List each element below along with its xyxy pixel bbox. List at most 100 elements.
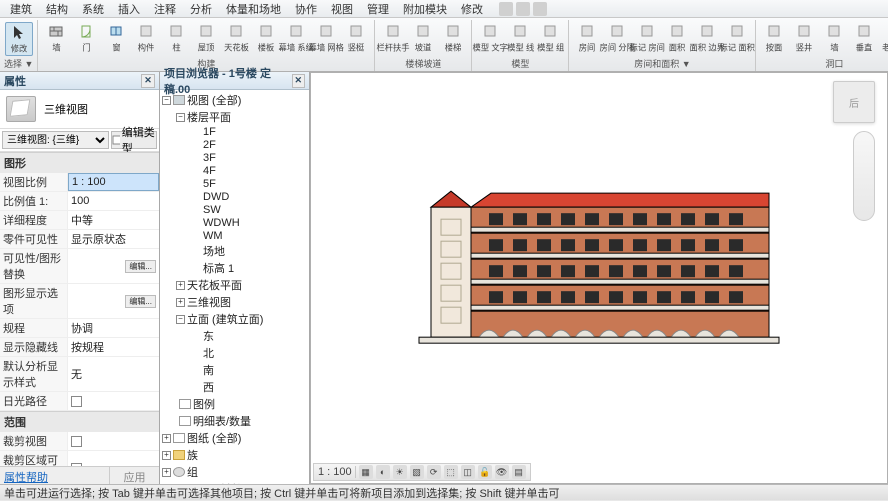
tree-floor-plan-item[interactable]: DWD <box>190 191 307 204</box>
tree-schedules[interactable]: 明细表/数量 <box>162 413 307 430</box>
tree-floor-plan-item[interactable]: 3F <box>190 152 307 165</box>
property-value[interactable]: 100 <box>68 192 159 210</box>
component-button[interactable]: 构件 <box>132 22 160 54</box>
temp-hide-icon[interactable]: 👁 <box>495 465 509 479</box>
tag-area-button[interactable]: 标记 面积 <box>723 22 751 54</box>
menu-massing-site[interactable]: 体量和场地 <box>220 0 287 18</box>
property-value[interactable] <box>68 392 159 410</box>
model-text-button[interactable]: 模型 文字 <box>476 22 504 54</box>
checkbox[interactable] <box>71 436 82 447</box>
menu-systems[interactable]: 系统 <box>76 0 110 18</box>
show-crop-icon[interactable]: ◫ <box>461 465 475 479</box>
tree-floor-plan-item[interactable]: WM <box>190 230 307 243</box>
menu-manage[interactable]: 管理 <box>361 0 395 18</box>
tree-floor-plan-item[interactable]: 4F <box>190 165 307 178</box>
menu-collaborate[interactable]: 协作 <box>289 0 323 18</box>
ceiling-button[interactable]: 天花板 <box>222 22 250 54</box>
property-value[interactable]: 协调 <box>68 319 159 337</box>
tree-elevation-item[interactable]: 北 <box>190 345 307 362</box>
property-value[interactable]: 编辑... <box>68 249 159 283</box>
viewport[interactable]: 后 <box>310 72 888 484</box>
tag-room-button[interactable]: 标记 房间 <box>633 22 661 54</box>
shadows-icon[interactable]: ▧ <box>410 465 424 479</box>
tree-elevation-item[interactable]: 西 <box>190 379 307 396</box>
tree-toggler-icon[interactable]: − <box>162 96 171 105</box>
detail-level-icon[interactable]: ▦ <box>359 465 373 479</box>
dormer-button[interactable]: 老虎窗 <box>880 22 888 54</box>
mullion-button[interactable]: 竖梃 <box>342 22 370 54</box>
model-line-button[interactable]: 模型 线 <box>506 22 534 54</box>
reveal-hidden-icon[interactable]: ▤ <box>512 465 526 479</box>
by-face-button[interactable]: 按面 <box>760 22 788 54</box>
menu-modify[interactable]: 修改 <box>455 0 489 18</box>
close-icon[interactable]: ✕ <box>141 74 155 88</box>
tree-sheets[interactable]: +图纸 (全部) <box>162 430 307 447</box>
floor-button[interactable]: 楼板 <box>252 22 280 54</box>
edit-button[interactable]: 编辑... <box>125 260 156 273</box>
qat-icon[interactable] <box>533 2 547 16</box>
tree-toggler-icon[interactable]: + <box>162 468 171 477</box>
visual-style-icon[interactable]: ◐ <box>376 465 390 479</box>
window-button[interactable]: 窗 <box>102 22 130 54</box>
sun-path-icon[interactable]: ☀ <box>393 465 407 479</box>
tree-3d-views[interactable]: +三维视图 <box>176 294 307 311</box>
menu-annotate[interactable]: 注释 <box>148 0 182 18</box>
wall-opening-button[interactable]: 墙 <box>820 22 848 54</box>
area-boundary-button[interactable]: 面积 边界 <box>693 22 721 54</box>
tree-floor-plan-item[interactable]: 标高 1 <box>190 260 307 277</box>
family-type-selector[interactable]: 三维视图: {三维} <box>2 131 109 149</box>
tree-elevations[interactable]: −立面 (建筑立面) <box>176 311 307 328</box>
tree-groups[interactable]: +组 <box>162 464 307 481</box>
qat-icon[interactable] <box>516 2 530 16</box>
tree-views-root[interactable]: −视图 (全部) <box>162 92 307 109</box>
property-section[interactable]: 图形 <box>0 152 159 173</box>
curtain-grid-button[interactable]: 幕墙 网格 <box>312 22 340 54</box>
checkbox[interactable] <box>71 396 82 407</box>
property-value[interactable]: 1 : 100 <box>68 173 159 191</box>
room-separator-button[interactable]: 房间 分隔 <box>603 22 631 54</box>
rendering-icon[interactable]: ⟳ <box>427 465 441 479</box>
tree-elevation-item[interactable]: 南 <box>190 362 307 379</box>
area-button[interactable]: 面积 <box>663 22 691 54</box>
column-button[interactable]: 柱 <box>162 22 190 54</box>
tree-ceiling-plans[interactable]: +天花板平面 <box>176 277 307 294</box>
vertical-button[interactable]: 垂直 <box>850 22 878 54</box>
menu-structure[interactable]: 结构 <box>40 0 74 18</box>
properties-help-link[interactable]: 属性帮助 <box>0 467 109 484</box>
menu-architecture[interactable]: 建筑 <box>4 0 38 18</box>
edit-type-button[interactable]: 编辑类型 <box>111 131 157 149</box>
tree-legends[interactable]: 图例 <box>162 396 307 413</box>
property-value[interactable]: 编辑... <box>68 284 159 318</box>
tree-floor-plan-item[interactable]: SW <box>190 204 307 217</box>
unlock-3d-icon[interactable]: 🔓 <box>478 465 492 479</box>
tree-floor-plan-item[interactable]: WDWH <box>190 217 307 230</box>
tree-toggler-icon[interactable]: + <box>176 281 185 290</box>
menu-view[interactable]: 视图 <box>325 0 359 18</box>
railing-button[interactable]: 栏杆扶手 <box>379 22 407 54</box>
view-cube[interactable]: 后 <box>833 81 875 123</box>
tree-floor-plan-item[interactable]: 2F <box>190 139 307 152</box>
project-browser-tree[interactable]: −视图 (全部)−楼层平面1F2F3F4F5FDWDSWWDWHWM场地标高 1… <box>160 90 309 484</box>
ramp-button[interactable]: 坡道 <box>409 22 437 54</box>
qat-icon[interactable] <box>499 2 513 16</box>
tree-floor-plan-item[interactable]: 场地 <box>190 243 307 260</box>
crop-view-icon[interactable]: ⬚ <box>444 465 458 479</box>
tree-toggler-icon[interactable]: + <box>162 451 171 460</box>
door-button[interactable]: 门 <box>72 22 100 54</box>
menu-analyze[interactable]: 分析 <box>184 0 218 18</box>
edit-button[interactable]: 编辑... <box>125 295 156 308</box>
modify-button[interactable]: 修改 <box>5 22 33 56</box>
shaft-button[interactable]: 竖井 <box>790 22 818 54</box>
model-group-button[interactable]: 模型 组 <box>536 22 564 54</box>
tree-families[interactable]: +族 <box>162 447 307 464</box>
roof-button[interactable]: 屋顶 <box>192 22 220 54</box>
curtain-system-button[interactable]: 幕墙 系统 <box>282 22 310 54</box>
close-icon[interactable]: ✕ <box>292 74 305 88</box>
property-value[interactable]: 中等 <box>68 211 159 229</box>
property-value[interactable] <box>68 451 159 466</box>
menu-insert[interactable]: 插入 <box>112 0 146 18</box>
tree-toggler-icon[interactable]: − <box>176 315 185 324</box>
room-button[interactable]: 房间 <box>573 22 601 54</box>
properties-grid[interactable]: 图形视图比例1 : 100比例值 1:100详细程度中等零件可见性显示原状态可见… <box>0 152 159 466</box>
navigation-bar[interactable] <box>853 131 875 221</box>
